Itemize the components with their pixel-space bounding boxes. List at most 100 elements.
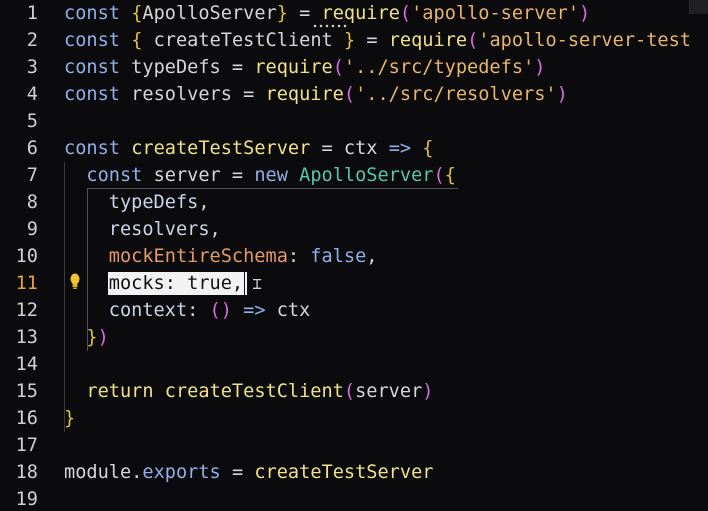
code-token: ( — [343, 84, 356, 105]
code-text[interactable]: module.exports = createTestServer — [64, 459, 433, 486]
indent-guide — [64, 162, 65, 432]
code-token: ApolloServer — [142, 3, 277, 24]
code-line[interactable]: 4 const resolvers = require('../src/resol… — [0, 81, 708, 108]
code-token: 'apollo-server' — [411, 3, 580, 24]
code-token: } — [276, 3, 288, 24]
code-line[interactable]: 7 const server = new ApolloServer({ — [0, 162, 708, 189]
code-token: { — [131, 3, 143, 24]
code-token: 'apollo-server-test — [478, 30, 691, 51]
code-line[interactable]: 14 — [0, 351, 708, 378]
code-token: ( — [433, 165, 445, 186]
code-token: createTestServer — [131, 138, 311, 159]
code-token: typeDefs = — [119, 57, 255, 78]
code-token: ApolloServer — [299, 165, 434, 186]
code-token: require — [254, 57, 333, 78]
code-token: } — [343, 30, 356, 51]
code-token: '../src/resolvers' — [355, 84, 557, 105]
code-token: const — [86, 165, 143, 186]
code-token: = — [287, 3, 322, 24]
code-token: ( — [343, 381, 356, 402]
line-number: 12 — [15, 300, 38, 321]
code-token: { — [131, 30, 143, 51]
code-token: require — [265, 84, 344, 105]
code-editor[interactable]: 1 const {ApolloServer} = require('apollo-… — [0, 0, 708, 511]
code-token: ) — [422, 381, 434, 402]
code-line[interactable]: 3 const typeDefs = require('../src/typede… — [0, 54, 708, 81]
code-token: '../src/typedefs' — [343, 57, 535, 78]
code-token: { — [422, 138, 434, 159]
code-token: { — [444, 165, 456, 186]
lightbulb-icon[interactable] — [70, 273, 80, 291]
code-token: = ctx — [310, 138, 389, 159]
line-number: 11 — [15, 273, 38, 294]
code-text[interactable]: const typeDefs = require('../src/typedef… — [64, 54, 545, 81]
line-number: 5 — [26, 111, 38, 132]
code-line[interactable]: 1 const {ApolloServer} = require('apollo-… — [0, 0, 708, 27]
code-token: = — [355, 30, 389, 51]
code-token: ) — [579, 3, 591, 24]
code-token: const — [64, 3, 120, 24]
code-token: return — [86, 381, 154, 402]
line-number: 19 — [15, 489, 38, 510]
code-token: server = — [142, 165, 255, 186]
code-line[interactable]: 15 return createTestClient(server) — [0, 378, 708, 405]
code-text[interactable]: const createTestServer = ctx => { — [64, 135, 433, 162]
code-token: ( — [399, 3, 412, 24]
line-number: 6 — [26, 138, 38, 159]
code-line[interactable]: 18 module.exports = createTestServer — [0, 459, 708, 486]
code-token: require — [321, 3, 400, 24]
code-token: = — [220, 462, 255, 483]
line-number: 2 — [26, 30, 38, 51]
code-line[interactable]: 16} — [0, 405, 708, 432]
line-number: 16 — [15, 408, 38, 429]
line-number: 13 — [15, 327, 38, 348]
code-token: new — [254, 165, 288, 186]
code-line[interactable]: 19 — [0, 486, 708, 511]
line-number: 7 — [26, 165, 38, 186]
code-token: ( — [467, 30, 479, 51]
code-token: server — [355, 381, 423, 402]
line-number: 3 — [26, 57, 38, 78]
code-token: createTestClient — [153, 30, 333, 51]
code-token: } — [64, 408, 76, 429]
code-token: => — [388, 138, 412, 159]
code-token: const — [64, 30, 120, 51]
line-number: 9 — [26, 219, 38, 240]
code-line[interactable]: 2 const { createTestClient } = require('a… — [0, 27, 708, 54]
line-number: 14 — [15, 354, 38, 375]
line-number: 1 — [26, 3, 38, 24]
code-token: createTestServer — [254, 462, 434, 483]
code-line[interactable]: 5 — [0, 108, 708, 135]
line-number: 15 — [15, 381, 38, 402]
code-token: exports — [142, 462, 221, 483]
code-token: require — [388, 30, 468, 51]
code-token: ) — [534, 57, 546, 78]
code-token: createTestClient — [164, 381, 344, 402]
bracket-scope-outline — [87, 188, 458, 351]
code-line[interactable]: 17 — [0, 432, 708, 459]
line-number: 10 — [15, 246, 38, 267]
code-line[interactable]: 6 const createTestServer = ctx => { — [0, 135, 708, 162]
code-token: resolvers = — [119, 84, 266, 105]
code-text[interactable]: const server = new ApolloServer({ — [64, 162, 456, 189]
code-token: const — [64, 138, 120, 159]
line-number: 17 — [15, 435, 38, 456]
line-number: 4 — [26, 84, 38, 105]
code-text[interactable]: } — [64, 405, 75, 432]
code-token: ) — [556, 84, 568, 105]
code-token: const — [64, 84, 120, 105]
code-text[interactable]: const {ApolloServer} = require('apollo-s… — [64, 0, 590, 27]
code-text[interactable]: const { createTestClient } = require('ap… — [64, 27, 691, 54]
line-number: 8 — [26, 192, 38, 213]
code-text[interactable]: return createTestClient(server) — [64, 378, 433, 405]
code-text[interactable]: const resolvers = require('../src/resolv… — [64, 81, 568, 108]
